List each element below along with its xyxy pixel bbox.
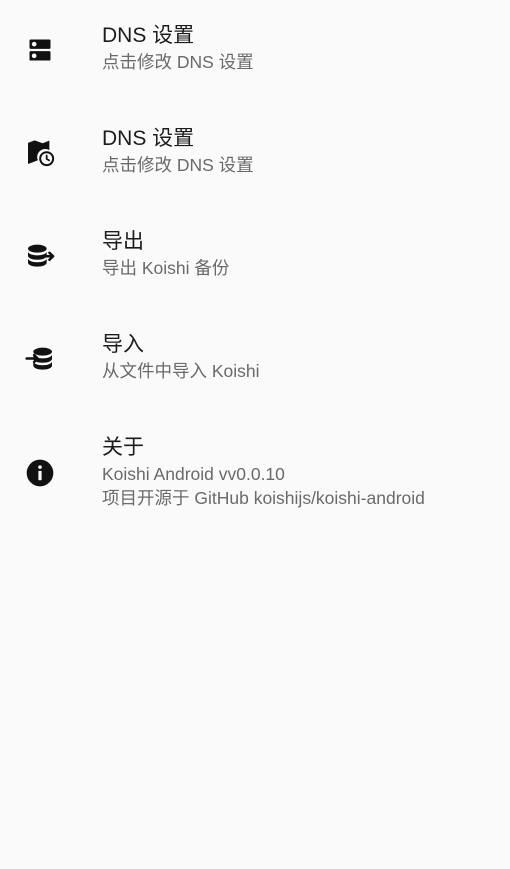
settings-item-title: DNS 设置 — [102, 127, 195, 150]
database-export-icon — [24, 240, 56, 272]
settings-list: DNS 设置 点击修改 DNS 设置 DNS 设置 点击修改 DNS 设置 导出 — [0, 0, 510, 869]
settings-item-title: 导入 — [102, 333, 144, 356]
settings-item-title: DNS 设置 — [102, 24, 195, 47]
map-clock-icon — [24, 136, 56, 168]
settings-item-import[interactable]: 导入 从文件中导入 Koishi — [0, 331, 510, 389]
settings-item-subtitle: 点击修改 DNS 设置 — [102, 155, 254, 175]
dns-server-icon — [24, 34, 56, 66]
settings-item-subtitle: Koishi Android vv0.0.10 — [102, 464, 285, 484]
database-import-icon — [24, 343, 56, 375]
settings-item-subtitle: 点击修改 DNS 设置 — [102, 52, 254, 72]
settings-item-dns-2[interactable]: DNS 设置 点击修改 DNS 设置 — [0, 125, 510, 183]
settings-item-export[interactable]: 导出 导出 Koishi 备份 — [0, 228, 510, 286]
settings-item-dns[interactable]: DNS 设置 点击修改 DNS 设置 — [0, 22, 510, 80]
settings-item-subtitle-2: 项目开源于 GitHub koishijs/koishi-android — [102, 488, 425, 508]
settings-item-subtitle: 导出 Koishi 备份 — [102, 258, 230, 278]
settings-item-title: 关于 — [102, 436, 144, 459]
settings-item-about[interactable]: 关于 Koishi Android vv0.0.10 项目开源于 GitHub … — [0, 434, 510, 516]
info-icon — [24, 457, 56, 489]
settings-item-subtitle: 从文件中导入 Koishi — [102, 361, 260, 381]
settings-item-title: 导出 — [102, 230, 144, 253]
